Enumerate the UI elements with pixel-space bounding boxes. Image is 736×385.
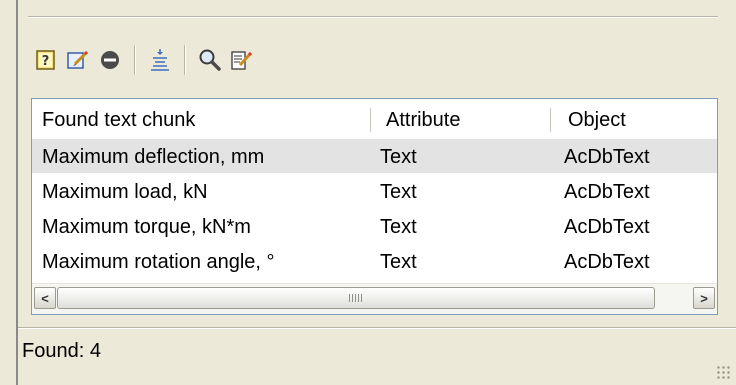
scrollbar-thumb[interactable] — [57, 287, 655, 309]
cell-object: AcDbText — [564, 146, 650, 168]
top-separator — [28, 16, 718, 18]
cell-found-text: Maximum rotation angle, ° — [42, 251, 275, 273]
scroll-left-button[interactable]: < — [34, 287, 56, 309]
status-separator — [18, 327, 736, 329]
cell-object: AcDbText — [564, 216, 650, 238]
column-divider[interactable] — [370, 108, 371, 132]
cell-attribute: Text — [380, 146, 417, 168]
scroll-right-button[interactable]: > — [693, 287, 715, 309]
help-button[interactable]: ? — [32, 46, 60, 74]
cell-found-text: Maximum deflection, mm — [42, 146, 265, 168]
cell-attribute: Text — [380, 251, 417, 273]
cell-object: AcDbText — [564, 251, 650, 273]
toolbar-separator — [184, 45, 186, 75]
remove-button[interactable] — [96, 46, 124, 74]
chevron-right-icon: > — [700, 290, 708, 306]
svg-text:?: ? — [42, 54, 50, 69]
cell-found-text: Maximum torque, kN*m — [42, 216, 251, 238]
remove-icon — [101, 51, 119, 69]
edit-document-button[interactable] — [228, 46, 256, 74]
cell-attribute: Text — [380, 181, 417, 203]
toolbar: ? — [32, 40, 260, 80]
results-grid[interactable]: Found text chunk Attribute Object Maximu… — [31, 98, 718, 315]
toolbar-separator — [134, 45, 136, 75]
cell-object: AcDbText — [564, 181, 650, 203]
column-header-object[interactable]: Object — [558, 99, 717, 139]
grid-header: Found text chunk Attribute Object — [32, 99, 717, 140]
column-header-attribute[interactable]: Attribute — [376, 99, 550, 139]
search-results-panel: ? Found text chunk Attribute Object Maxi… — [0, 0, 736, 385]
cell-found-text: Maximum load, kN — [42, 181, 208, 203]
chevron-left-icon: < — [41, 290, 49, 306]
search-button[interactable] — [196, 46, 224, 74]
status-text: Found: 4 — [22, 340, 101, 362]
search-icon — [199, 49, 221, 71]
edit-button[interactable] — [64, 46, 92, 74]
resize-grip-icon[interactable] — [716, 365, 730, 379]
edit-icon — [67, 50, 89, 69]
align-button[interactable] — [146, 46, 174, 74]
grid-rows: Maximum deflection, mm Text AcDbText Max… — [32, 139, 717, 279]
align-icon — [151, 49, 169, 71]
grip-icon — [349, 294, 363, 302]
column-header-found-text[interactable]: Found text chunk — [32, 99, 370, 139]
column-divider[interactable] — [550, 108, 551, 132]
help-icon: ? — [36, 50, 55, 70]
edit-document-icon — [231, 51, 253, 70]
table-row[interactable]: Maximum deflection, mm Text AcDbText — [32, 139, 717, 174]
cell-attribute: Text — [380, 216, 417, 238]
horizontal-scrollbar[interactable]: < > — [32, 283, 717, 314]
table-row[interactable]: Maximum load, kN Text AcDbText — [32, 174, 717, 209]
table-row[interactable]: Maximum torque, kN*m Text AcDbText — [32, 209, 717, 244]
table-row[interactable]: Maximum rotation angle, ° Text AcDbText — [32, 244, 717, 279]
